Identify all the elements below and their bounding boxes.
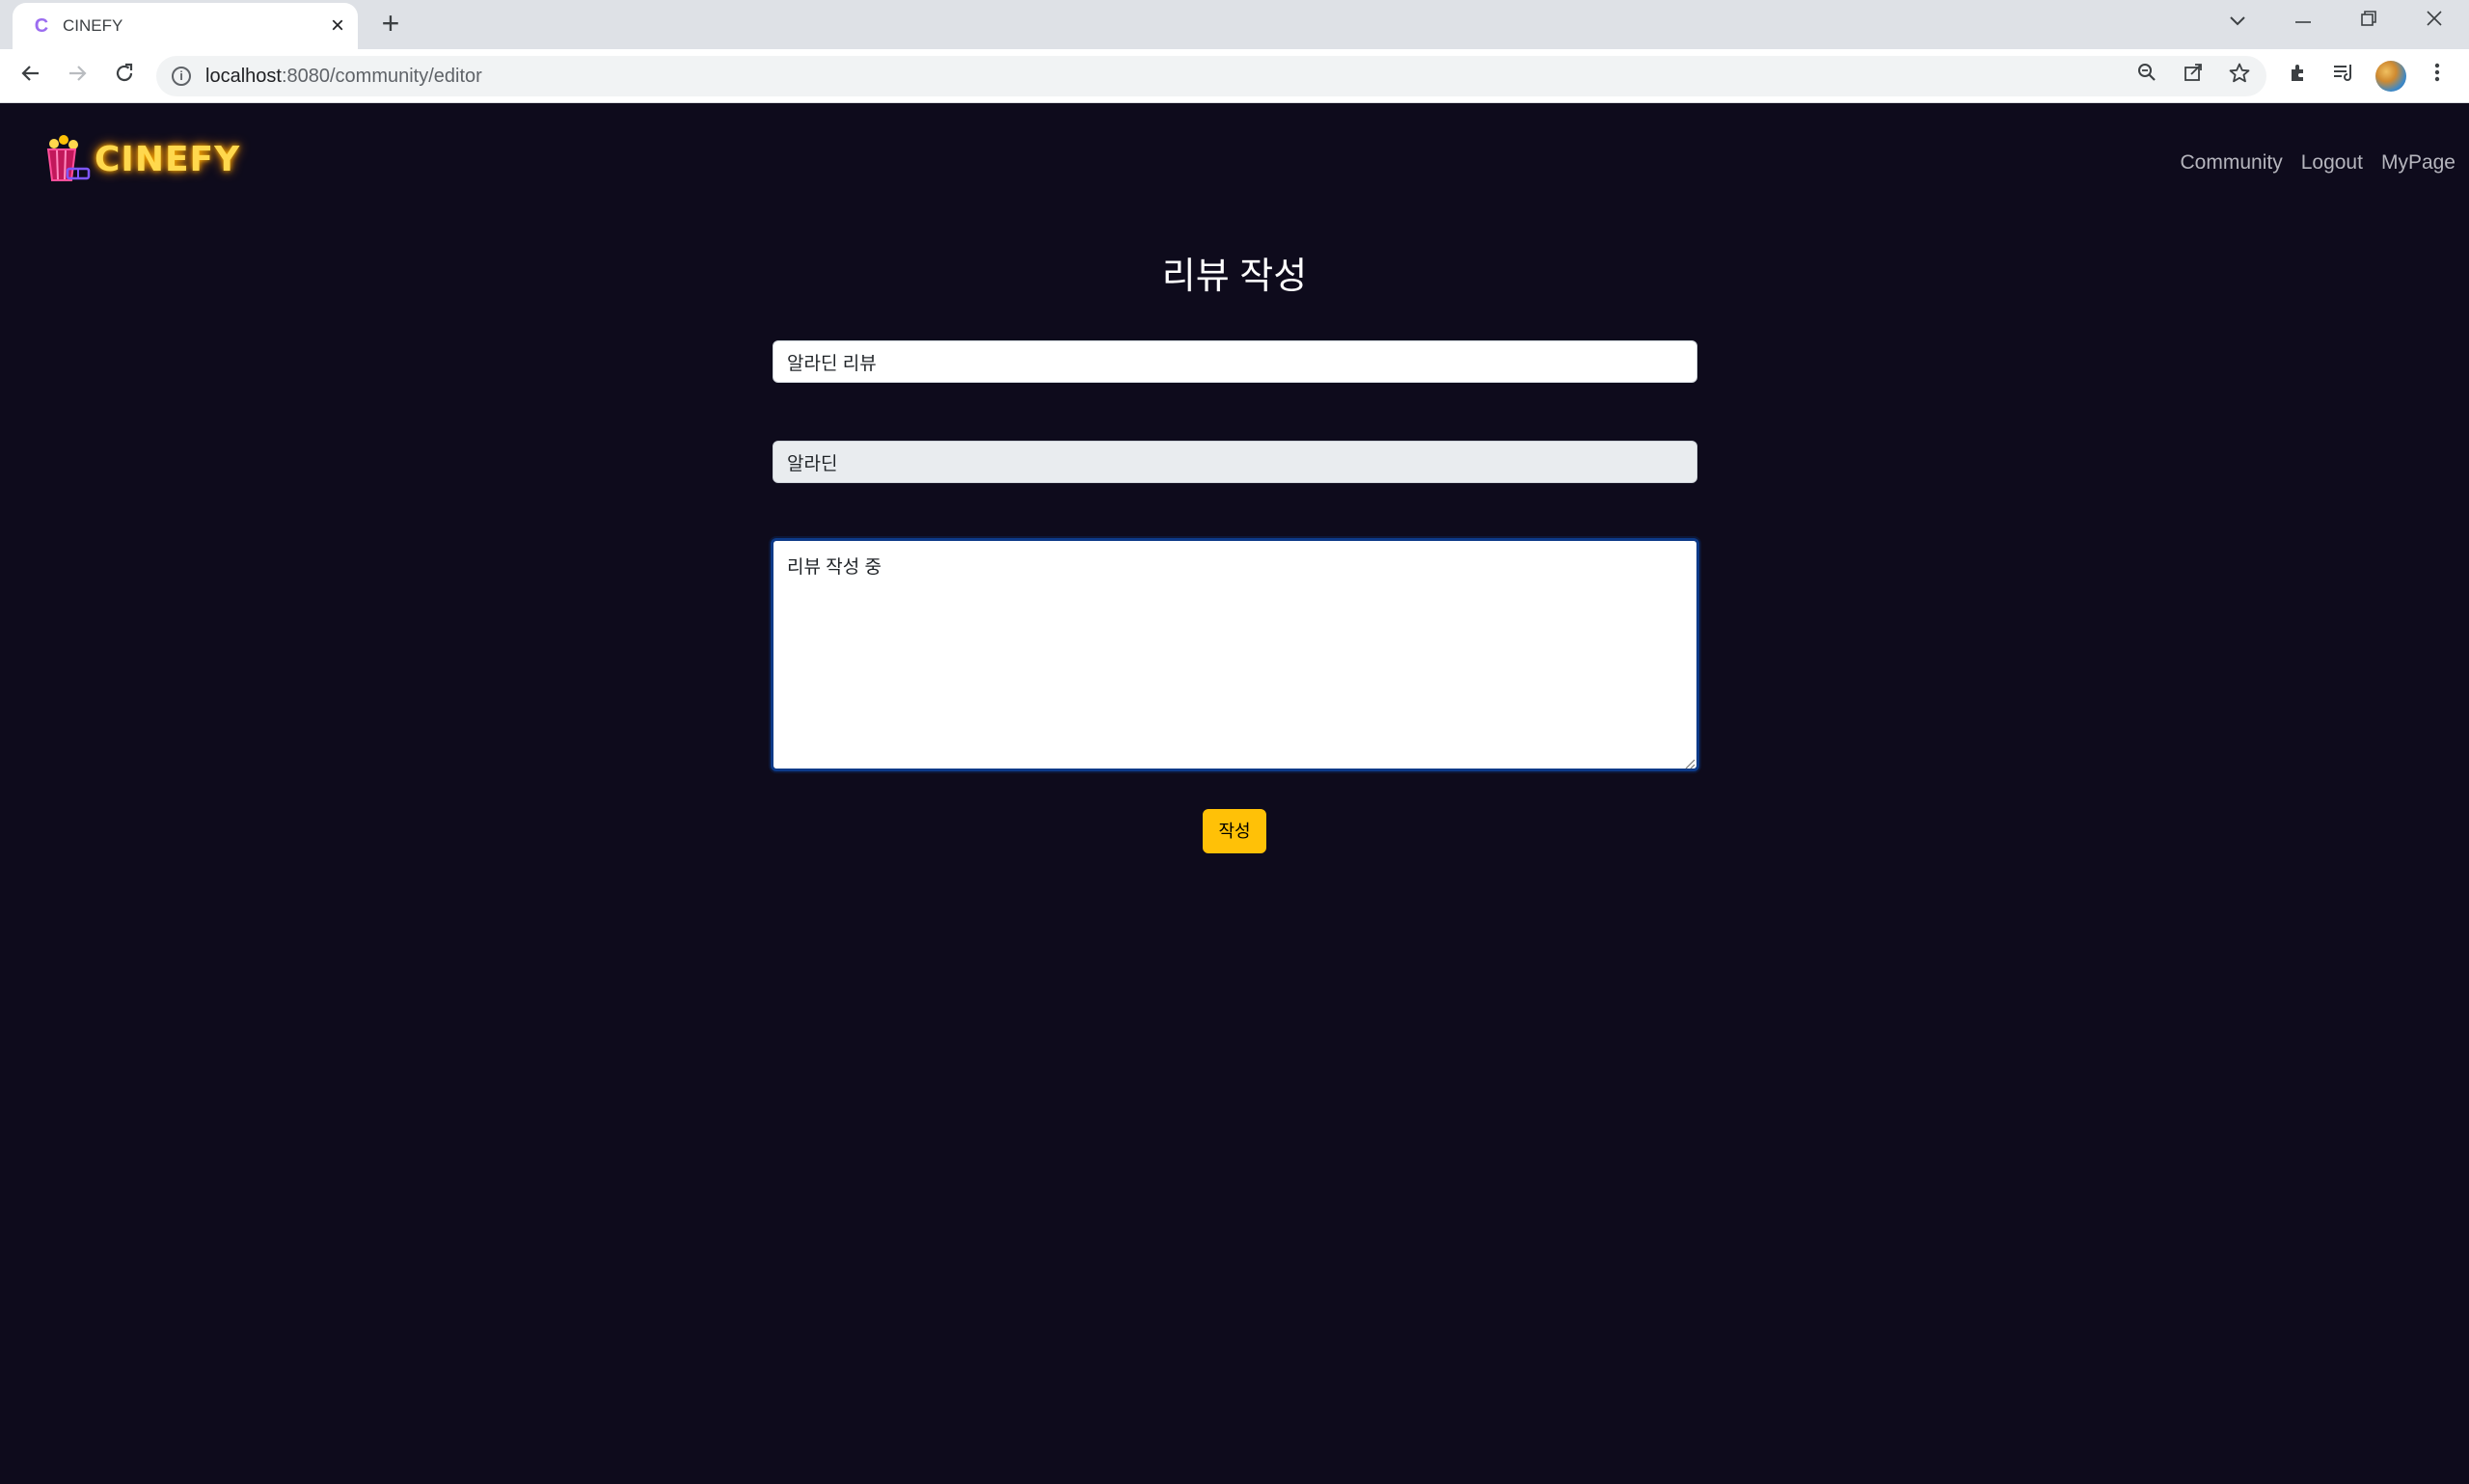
- nav-link-logout[interactable]: Logout: [2301, 151, 2363, 175]
- close-window-icon[interactable]: [2405, 0, 2463, 42]
- reload-icon[interactable]: [107, 59, 142, 94]
- new-tab-icon[interactable]: +: [376, 8, 405, 39]
- url-text[interactable]: localhost:8080/community/editor: [205, 66, 482, 87]
- info-icon[interactable]: i: [172, 67, 191, 86]
- movie-title-field: [773, 441, 1697, 483]
- more-menu-icon[interactable]: [2422, 61, 2453, 92]
- page: CINEFY Community Logout MyPage 리뷰 작성 리뷰 …: [0, 103, 2469, 1484]
- share-icon[interactable]: [2179, 62, 2208, 91]
- site-logo[interactable]: CINEFY: [41, 130, 239, 188]
- resize-grip-icon[interactable]: [1684, 758, 1696, 769]
- address-bar[interactable]: i localhost:8080/community/editor: [156, 56, 2266, 96]
- zoom-icon[interactable]: [2132, 62, 2161, 91]
- browser-tab[interactable]: C CINEFY ×: [13, 3, 358, 49]
- minimize-icon[interactable]: [2274, 0, 2332, 42]
- submit-button[interactable]: 작성: [1203, 809, 1266, 853]
- nav-link-mypage[interactable]: MyPage: [2381, 151, 2455, 175]
- restore-icon[interactable]: [2340, 0, 2398, 42]
- back-icon[interactable]: [14, 59, 48, 94]
- top-navigation: Community Logout MyPage: [2181, 151, 2455, 175]
- logo-text: CINEFY: [95, 140, 241, 179]
- page-title: 리뷰 작성: [1161, 256, 1308, 297]
- site-favicon-icon: C: [34, 15, 49, 37]
- nav-link-community[interactable]: Community: [2181, 151, 2283, 175]
- tab-search-chevron-icon[interactable]: [2209, 0, 2266, 42]
- extensions-icon[interactable]: [2283, 61, 2314, 92]
- browser-toolbar: i localhost:8080/community/editor: [0, 49, 2469, 103]
- review-title-input[interactable]: [773, 340, 1697, 383]
- profile-avatar[interactable]: [2375, 61, 2406, 92]
- tab-title: CINEFY: [63, 16, 123, 35]
- forward-icon[interactable]: [60, 59, 95, 94]
- popcorn-logo-icon: [46, 135, 91, 181]
- review-content-textarea[interactable]: 리뷰 작성 중: [771, 538, 1699, 771]
- reading-list-icon[interactable]: [2328, 61, 2359, 92]
- browser-tabstrip: C CINEFY × +: [0, 0, 2469, 49]
- bookmark-star-icon[interactable]: [2225, 62, 2254, 91]
- close-tab-icon[interactable]: ×: [324, 13, 351, 40]
